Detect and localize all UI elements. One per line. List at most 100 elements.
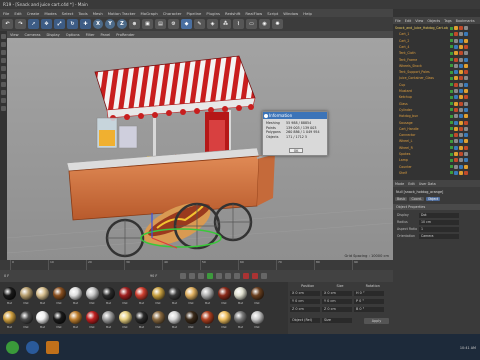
coord-field[interactable]: Z 0 cm — [290, 307, 320, 312]
material-tag-icon[interactable] — [459, 120, 463, 125]
menu-mesh[interactable]: Mesh — [93, 11, 103, 16]
object-row[interactable]: Lamp — [393, 157, 480, 163]
material-swatch[interactable] — [19, 287, 33, 300]
obj-menu-bookmarks[interactable]: Bookmarks — [456, 19, 475, 23]
material-tag-icon[interactable] — [454, 57, 458, 62]
object-mode-select[interactable]: Object (Rel) — [290, 318, 320, 323]
3d-viewport[interactable] — [7, 38, 393, 260]
material-tag-icon[interactable] — [459, 76, 463, 81]
visibility-check-icon[interactable] — [450, 51, 453, 55]
material-swatch[interactable] — [118, 311, 132, 324]
material-tag-icon[interactable] — [459, 57, 463, 62]
viewport-menu-display[interactable]: Display — [47, 33, 60, 37]
material-tag-icon[interactable] — [454, 44, 458, 49]
object-row[interactable]: Cart_2 — [393, 38, 480, 44]
material-tag-icon[interactable] — [454, 95, 458, 100]
end-frame[interactable]: 90 F — [150, 274, 157, 278]
redo-icon[interactable]: ↷ — [15, 19, 26, 29]
apply-button[interactable]: Apply — [364, 318, 389, 324]
light-icon[interactable]: ✺ — [272, 19, 283, 29]
minimize-button[interactable] — [448, 1, 456, 7]
material-tag-icon[interactable] — [464, 126, 468, 131]
z-axis-toggle[interactable]: Z — [117, 19, 127, 29]
previous-frame-icon[interactable] — [198, 273, 204, 279]
material-tag-icon[interactable] — [464, 139, 468, 144]
lock-icon[interactable] — [1, 98, 6, 103]
close-button[interactable] — [469, 1, 477, 7]
undo-icon[interactable]: ↶ — [2, 19, 13, 29]
object-row[interactable]: Cart_1 — [393, 31, 480, 37]
attr-menu-edit[interactable]: Edit — [408, 182, 415, 186]
material-swatch[interactable] — [217, 287, 231, 300]
texture-mode-icon[interactable] — [1, 42, 6, 47]
points-mode-icon[interactable] — [1, 58, 6, 63]
polygons-mode-icon[interactable] — [1, 74, 6, 79]
material-tag-icon[interactable] — [454, 76, 458, 81]
subdivision-icon[interactable]: ◈ — [207, 19, 218, 29]
material-tag-icon[interactable] — [454, 114, 458, 119]
material-tag-icon[interactable] — [464, 158, 468, 163]
object-row[interactable]: Tent_Cloth — [393, 50, 480, 56]
y-axis-toggle[interactable]: Y — [105, 19, 115, 29]
material-tag-icon[interactable] — [464, 26, 468, 30]
viewport-menu-cameras[interactable]: Cameras — [25, 33, 41, 37]
material-swatch[interactable] — [151, 311, 165, 324]
material-tag-icon[interactable] — [464, 145, 468, 150]
menu-help[interactable]: Help — [303, 11, 312, 16]
material-tag-icon[interactable] — [459, 70, 463, 75]
material-tag-icon[interactable] — [464, 70, 468, 75]
material-tag-icon[interactable] — [459, 95, 463, 100]
material-tag-icon[interactable] — [459, 145, 463, 150]
material-swatch[interactable] — [69, 311, 82, 324]
visibility-check-icon[interactable] — [450, 127, 453, 131]
material-tag-icon[interactable] — [459, 89, 463, 93]
material-tag-icon[interactable] — [464, 51, 468, 56]
visibility-check-icon[interactable] — [450, 58, 453, 61]
viewport-menu-panel[interactable]: Panel — [101, 33, 111, 37]
material-tag-icon[interactable] — [464, 152, 468, 156]
material-tag-icon[interactable] — [464, 32, 468, 37]
material-swatch[interactable] — [250, 311, 264, 324]
material-tag-icon[interactable] — [459, 114, 463, 119]
material-swatch[interactable] — [201, 311, 214, 324]
material-swatch[interactable] — [52, 287, 66, 300]
material-tag-icon[interactable] — [464, 38, 468, 43]
move-icon[interactable]: ✥ — [41, 19, 52, 29]
viewport-menu-options[interactable]: Options — [66, 33, 80, 37]
play-icon[interactable] — [207, 273, 213, 279]
visibility-check-icon[interactable] — [450, 146, 453, 150]
material-tag-icon[interactable] — [459, 152, 463, 156]
rotate-icon[interactable]: ↻ — [67, 19, 78, 29]
go-to-start-icon[interactable] — [180, 273, 186, 279]
menu-modes[interactable]: Modes — [44, 11, 56, 16]
viewport-menu-view[interactable]: View — [10, 33, 19, 37]
x-axis-toggle[interactable]: X — [93, 19, 103, 29]
floor-icon[interactable]: ▭ — [246, 19, 257, 29]
object-row[interactable]: Mustard — [393, 88, 480, 94]
menu-edit[interactable]: Edit — [14, 11, 21, 16]
material-tag-icon[interactable] — [464, 133, 468, 138]
material-tag-icon[interactable] — [459, 133, 463, 138]
visibility-check-icon[interactable] — [450, 45, 453, 49]
material-tag-icon[interactable] — [454, 38, 458, 43]
coord-field[interactable]: X 0 cm — [322, 291, 352, 296]
material-tag-icon[interactable] — [454, 152, 458, 156]
tab-basic[interactable]: Basic — [395, 196, 408, 201]
menu-motion-tracker[interactable]: Motion Tracker — [108, 11, 136, 16]
material-tag-icon[interactable] — [464, 164, 468, 169]
material-tag-icon[interactable] — [464, 76, 468, 81]
material-tag-icon[interactable] — [459, 126, 463, 131]
material-tag-icon[interactable] — [454, 51, 458, 56]
chrome-icon[interactable] — [6, 341, 19, 354]
menu-character[interactable]: Character — [163, 11, 182, 16]
material-tag-icon[interactable] — [459, 38, 463, 43]
autokey-icon[interactable] — [252, 273, 258, 279]
material-tag-icon[interactable] — [459, 32, 463, 37]
material-swatch[interactable] — [36, 287, 49, 300]
tab-object[interactable]: Object — [425, 196, 441, 201]
object-row[interactable]: Wheels_Shock — [393, 63, 480, 69]
material-tag-icon[interactable] — [459, 158, 463, 163]
workplane-icon[interactable] — [1, 50, 6, 55]
object-row[interactable]: Shelf — [393, 170, 480, 176]
next-key-icon[interactable] — [225, 273, 231, 279]
